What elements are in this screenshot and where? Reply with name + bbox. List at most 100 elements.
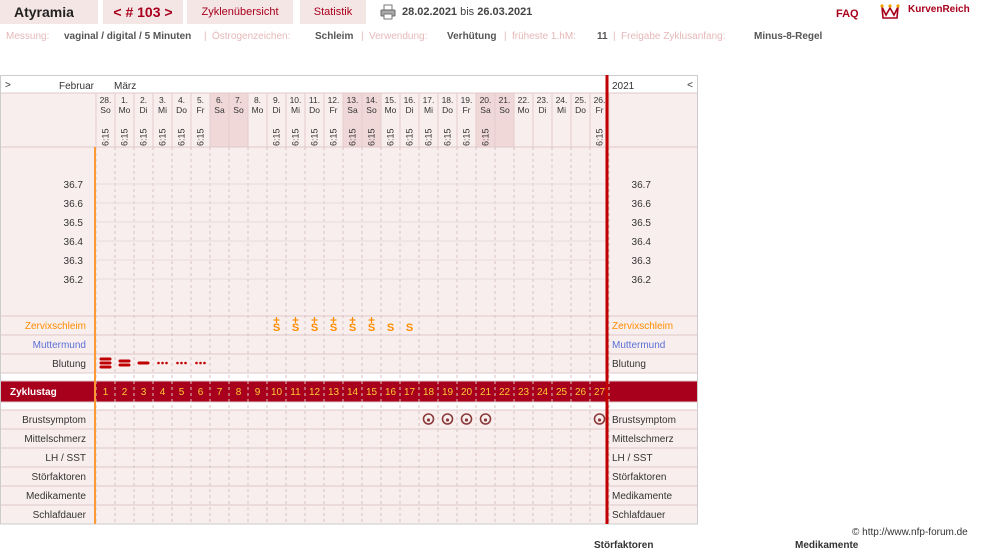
day-number: 5.	[197, 95, 204, 105]
day-weekday: Mi	[557, 105, 566, 115]
measure-time: 6:15	[367, 128, 377, 146]
day-number: 18.	[442, 95, 454, 105]
day-number: 6.	[216, 95, 223, 105]
day-weekday: Di	[405, 105, 413, 115]
temp-tick-right: 36.7	[632, 180, 652, 191]
day-weekday: Fr	[196, 105, 204, 115]
measure-time: 6:15	[405, 128, 415, 146]
day-weekday: Di	[272, 105, 280, 115]
footer-medi-label: Medikamente	[795, 540, 859, 551]
top-bar: Atyramia < # 103 > Zyklenübersicht Stati…	[0, 0, 981, 26]
tab-cycle-overview[interactable]: Zyklenübersicht	[187, 0, 293, 24]
cycle-day-number: 19	[442, 387, 454, 398]
month-previous: Februar	[59, 81, 95, 92]
day-number: 19.	[461, 95, 473, 105]
day-weekday: Mo	[385, 105, 397, 115]
temp-tick-left: 36.2	[64, 275, 84, 286]
date-separator: bis	[460, 6, 475, 18]
cycle-day-number: 8	[236, 387, 242, 398]
temp-tick-left: 36.4	[64, 237, 84, 248]
day-weekday: So	[499, 105, 510, 115]
medication-label: Medikamente	[26, 491, 86, 502]
day-weekday: So	[366, 105, 377, 115]
day-number: 1.	[121, 95, 128, 105]
breast-symptom-dot	[597, 418, 602, 422]
cycle-day-number: 18	[423, 387, 435, 398]
day-number: 20.	[480, 95, 492, 105]
measurement-value: vaginal / digital / 5 Minuten	[64, 31, 192, 42]
printer-icon[interactable]	[380, 4, 396, 20]
breast-symptom-dot	[483, 418, 488, 422]
cycle-day-number: 9	[255, 387, 261, 398]
bleeding-heavy	[99, 361, 112, 365]
release-label: Freigabe Zyklusanfang:	[621, 31, 726, 42]
cycle-day-number: 16	[385, 387, 397, 398]
estrogen-value: Schleim	[315, 31, 354, 42]
footer-stoer-label: Störfaktoren	[594, 540, 654, 551]
lh-test-label-right: LH / SST	[612, 453, 653, 464]
temp-tick-right: 36.3	[632, 256, 652, 267]
year-label: 2021	[612, 81, 635, 92]
cycle-day-label: Zyklustag	[10, 387, 57, 398]
copyright-text: © http://www.nfp-forum.de	[852, 527, 968, 538]
cycle-day-number: 24	[537, 387, 549, 398]
nav-forward: >	[5, 80, 11, 91]
date-end: 26.03.2021	[477, 6, 533, 18]
row-gap	[0, 402, 698, 410]
bleeding-heavy	[99, 365, 112, 369]
day-number: 7.	[235, 95, 242, 105]
breast-symptom-dot	[445, 418, 450, 422]
bleeding-heavy	[99, 357, 112, 361]
day-weekday: Sa	[347, 105, 358, 115]
measure-time: 6:15	[196, 128, 206, 146]
mucus-mark: S	[273, 322, 280, 334]
bleeding-medium	[118, 363, 131, 367]
brand-name[interactable]: KurvenReich	[908, 4, 970, 15]
day-weekday: Di	[139, 105, 147, 115]
mucus-mark: S	[406, 322, 413, 334]
cycle-day-number: 10	[271, 387, 283, 398]
cycle-day-number: 26	[575, 387, 587, 398]
bleeding-spot	[157, 361, 160, 365]
cycle-chart-svg: > <Februar März 202128.So6:151.Mo6:152.Di6:…	[0, 75, 698, 525]
cycle-chart: > < Februar März 2021 28. So 6:15 1. Mo 6:15 2. Di 6:…	[0, 75, 698, 525]
cycle-day-number: 12	[309, 387, 321, 398]
measure-time: 6:15	[139, 128, 149, 146]
day-weekday: Do	[575, 105, 586, 115]
measure-time: 6:15	[462, 128, 472, 146]
faq-link[interactable]: FAQ	[836, 8, 859, 20]
measure-time: 6:15	[348, 128, 358, 146]
measure-time: 6:15	[595, 128, 605, 146]
cervical-mucus-label-right: Zervixschleim	[612, 321, 673, 332]
day-number: 3.	[159, 95, 166, 105]
cycle-day-number: 11	[290, 387, 301, 398]
cycle-day-number: 13	[328, 387, 340, 398]
user-name[interactable]: Atyramia	[0, 0, 98, 24]
midpain-label-right: Mittelschmerz	[612, 434, 674, 445]
day-number: 4.	[178, 95, 185, 105]
measure-time: 6:15	[158, 128, 168, 146]
earliest-hm-label: früheste 1.hM:	[512, 31, 576, 42]
bleeding-label: Blutung	[52, 359, 86, 370]
cycle-day-number: 20	[461, 387, 473, 398]
tab-statistics[interactable]: Statistik	[300, 0, 366, 24]
day-number: 26.	[594, 95, 606, 105]
cycle-day-number: 6	[198, 387, 204, 398]
day-number: 13.	[347, 95, 359, 105]
bleeding-spot	[199, 361, 202, 365]
day-number: 10.	[290, 95, 302, 105]
day-weekday: Fr	[462, 105, 470, 115]
crown-logo-icon[interactable]	[880, 2, 900, 20]
day-weekday: Mo	[119, 105, 131, 115]
cycle-selector[interactable]: < # 103 >	[103, 0, 183, 24]
measure-time: 6:15	[177, 128, 187, 146]
day-number: 23.	[537, 95, 549, 105]
day-weekday: Mi	[424, 105, 433, 115]
release-value: Minus-8-Regel	[754, 31, 823, 42]
temp-tick-right: 36.4	[632, 237, 652, 248]
measure-time: 6:15	[310, 128, 320, 146]
temp-tick-right: 36.6	[632, 199, 652, 210]
measure-time: 6:15	[424, 128, 434, 146]
day-weekday: Do	[309, 105, 320, 115]
cervical-mucus-label: Zervixschleim	[25, 321, 86, 332]
